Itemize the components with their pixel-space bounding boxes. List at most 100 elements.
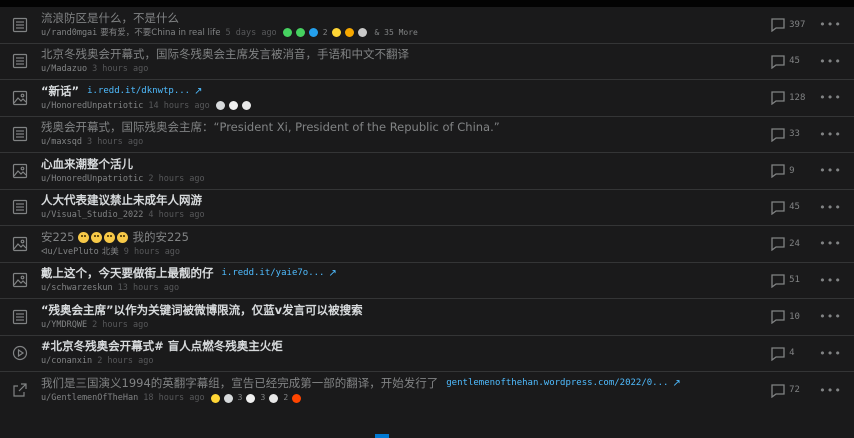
comment-icon[interactable] bbox=[770, 127, 786, 143]
post-title-text[interactable]: “残奥会主席”以作为关键词被微博限流，仅蓝v发言可以被搜索 bbox=[41, 303, 363, 318]
more-options-icon[interactable]: ••• bbox=[819, 91, 842, 104]
post-author[interactable]: u/conanxin bbox=[41, 355, 92, 367]
comment-count[interactable]: 9 bbox=[789, 166, 815, 176]
more-options-icon[interactable]: ••• bbox=[819, 274, 842, 287]
post-time[interactable]: 5 days ago bbox=[226, 27, 277, 39]
comment-count[interactable]: 72 bbox=[789, 385, 815, 395]
comment-icon[interactable] bbox=[770, 383, 786, 399]
post-row[interactable]: 心血来潮整个活儿 u/HonoredUnpatriotic 2 hours ago 9… bbox=[0, 153, 854, 190]
post-title-text[interactable]: 心血来潮整个活儿 bbox=[41, 157, 133, 172]
external-link-icon[interactable]: ↗ bbox=[194, 84, 202, 99]
post-author[interactable]: u/rand0mgai bbox=[41, 27, 97, 39]
comment-count[interactable]: 10 bbox=[789, 312, 815, 322]
post-author[interactable]: u/Madazuo bbox=[41, 63, 87, 75]
post-domain-link[interactable]: i.redd.it/yaie7o... bbox=[222, 266, 325, 281]
post-title-text[interactable]: “新话” bbox=[41, 84, 79, 99]
post-row[interactable]: “新话” i.redd.it/dknwtp... ↗ u/HonoredUnpatri… bbox=[0, 80, 854, 117]
post-row[interactable]: “残奥会主席”以作为关键词被微博限流，仅蓝v发言可以被搜索 u/YMDRQWE 2 … bbox=[0, 299, 854, 336]
scroll-indicator[interactable] bbox=[375, 434, 389, 438]
external-link-icon[interactable]: ↗ bbox=[328, 266, 336, 281]
comment-count[interactable]: 128 bbox=[789, 93, 815, 103]
post-time[interactable]: 14 hours ago bbox=[148, 100, 209, 112]
more-options-icon[interactable]: ••• bbox=[819, 128, 842, 141]
post-title[interactable]: 心血来潮整个活儿 bbox=[41, 157, 762, 172]
post-author[interactable]: u/GentlemenOfTheHan bbox=[41, 392, 138, 404]
comment-count[interactable]: 51 bbox=[789, 275, 815, 285]
post-time[interactable]: 2 hours ago bbox=[97, 355, 153, 367]
post-title-text[interactable]: 安225 bbox=[41, 230, 74, 245]
post-domain-link[interactable]: i.redd.it/dknwtp... bbox=[87, 84, 190, 99]
post-row[interactable]: 戴上这个，今天要做街上最靓的仔 i.redd.it/yaie7o... ↗ u/sch… bbox=[0, 263, 854, 299]
post-title-text[interactable]: 北京冬残奥会开幕式，国际冬残奥会主席发言被消音，手语和中文不翻译 bbox=[41, 47, 409, 62]
post-time[interactable]: 3 hours ago bbox=[87, 136, 143, 148]
post-author[interactable]: u/HonoredUnpatriotic bbox=[41, 100, 143, 112]
post-title[interactable]: 流浪防区是什么，不是什么 bbox=[41, 11, 762, 26]
comment-icon[interactable] bbox=[770, 200, 786, 216]
post-time[interactable]: 13 hours ago bbox=[118, 282, 179, 294]
post-author[interactable]: u/HonoredUnpatriotic bbox=[41, 173, 143, 185]
post-author[interactable]: u/maxsqd bbox=[41, 136, 82, 148]
comment-icon[interactable] bbox=[770, 17, 786, 33]
comment-icon[interactable] bbox=[770, 90, 786, 106]
post-time[interactable]: 3 hours ago bbox=[92, 63, 148, 75]
post-time[interactable]: 2 hours ago bbox=[148, 173, 204, 185]
post-row[interactable]: 人大代表建议禁止未成年人网游 u/Visual_Studio_2022 4 hour… bbox=[0, 190, 854, 226]
more-options-icon[interactable]: ••• bbox=[819, 18, 842, 31]
post-title-text[interactable]: 人大代表建议禁止未成年人网游 bbox=[41, 193, 202, 208]
post-time[interactable]: 18 hours ago bbox=[143, 392, 204, 404]
post-author[interactable]: u/schwarzeskun bbox=[41, 282, 113, 294]
external-link-icon[interactable]: ↗ bbox=[672, 376, 680, 391]
comment-icon[interactable] bbox=[770, 346, 786, 362]
post-row[interactable]: 我们是三国演义1994的英翻字幕组，宣告已经完成第一部的翻译，开始发行了 gent… bbox=[0, 372, 854, 409]
post-time[interactable]: 4 hours ago bbox=[148, 209, 204, 221]
post-title-suffix[interactable]: 我的安225 bbox=[132, 230, 188, 245]
comment-icon[interactable] bbox=[770, 309, 786, 325]
awards[interactable]: 3 3 2 bbox=[210, 392, 302, 404]
post-author[interactable]: u/LvePluto bbox=[48, 246, 99, 258]
comment-count[interactable]: 45 bbox=[789, 56, 815, 66]
post-row[interactable]: 残奥会开幕式，国际残奥会主席：“President Xi, President … bbox=[0, 117, 854, 153]
post-title[interactable]: 人大代表建议禁止未成年人网游 bbox=[41, 193, 762, 208]
post-author[interactable]: u/Visual_Studio_2022 bbox=[41, 209, 143, 221]
post-title-text[interactable]: 我们是三国演义1994的英翻字幕组，宣告已经完成第一部的翻译，开始发行了 bbox=[41, 376, 438, 391]
comment-count[interactable]: 45 bbox=[789, 202, 815, 212]
post-domain-link[interactable]: gentlemenofthehan.wordpress.com/2022/0..… bbox=[446, 376, 668, 391]
comment-icon[interactable] bbox=[770, 54, 786, 70]
comment-count[interactable]: 4 bbox=[789, 348, 815, 358]
comment-count[interactable]: 397 bbox=[789, 20, 815, 30]
post-title[interactable]: “残奥会主席”以作为关键词被微博限流，仅蓝v发言可以被搜索 bbox=[41, 303, 762, 318]
post-title-text[interactable]: 戴上这个，今天要做街上最靓的仔 bbox=[41, 266, 214, 281]
comment-icon[interactable] bbox=[770, 273, 786, 289]
post-title[interactable]: 残奥会开幕式，国际残奥会主席：“President Xi, President … bbox=[41, 120, 762, 135]
post-time[interactable]: 2 hours ago bbox=[92, 319, 148, 331]
awards[interactable] bbox=[215, 101, 251, 111]
post-title-text[interactable]: #北京冬残奥会开幕式# 盲人点燃冬残奥主火炬 bbox=[41, 339, 283, 354]
post-row[interactable]: #北京冬残奥会开幕式# 盲人点燃冬残奥主火炬 u/conanxin 2 hours … bbox=[0, 336, 854, 372]
post-title[interactable]: 戴上这个，今天要做街上最靓的仔 i.redd.it/yaie7o... ↗ bbox=[41, 266, 762, 281]
more-options-icon[interactable]: ••• bbox=[819, 310, 842, 323]
post-row[interactable]: 流浪防区是什么，不是什么 u/rand0mgai 要有爱，不要China in re… bbox=[0, 7, 854, 44]
post-title[interactable]: 北京冬残奥会开幕式，国际冬残奥会主席发言被消音，手语和中文不翻译 bbox=[41, 47, 762, 62]
post-title[interactable]: #北京冬残奥会开幕式# 盲人点燃冬残奥主火炬 bbox=[41, 339, 762, 354]
comment-count[interactable]: 24 bbox=[789, 239, 815, 249]
post-author[interactable]: u/YMDRQWE bbox=[41, 319, 87, 331]
post-title[interactable]: 我们是三国演义1994的英翻字幕组，宣告已经完成第一部的翻译，开始发行了 gent… bbox=[41, 376, 762, 391]
more-options-icon[interactable]: ••• bbox=[819, 164, 842, 177]
more-options-icon[interactable]: ••• bbox=[819, 237, 842, 250]
more-awards[interactable]: & 35 More bbox=[375, 27, 418, 39]
post-title[interactable]: 安225 我的安225 bbox=[41, 230, 762, 245]
more-options-icon[interactable]: ••• bbox=[819, 384, 842, 397]
comment-count[interactable]: 33 bbox=[789, 129, 815, 139]
post-title-text[interactable]: 流浪防区是什么，不是什么 bbox=[41, 11, 179, 26]
comment-icon[interactable] bbox=[770, 236, 786, 252]
awards[interactable]: 2 & 35 More bbox=[282, 27, 418, 39]
more-options-icon[interactable]: ••• bbox=[819, 201, 842, 214]
post-row[interactable]: 安225 我的安225 ᐊ u/LvePluto 北美 9 hours ago 24 ••• bbox=[0, 226, 854, 263]
more-options-icon[interactable]: ••• bbox=[819, 347, 842, 360]
post-row[interactable]: 北京冬残奥会开幕式，国际冬残奥会主席发言被消音，手语和中文不翻译 u/Madazu… bbox=[0, 44, 854, 80]
comment-icon[interactable] bbox=[770, 163, 786, 179]
post-time[interactable]: 9 hours ago bbox=[124, 246, 180, 258]
post-title-text[interactable]: 残奥会开幕式，国际残奥会主席：“President Xi, President … bbox=[41, 120, 500, 135]
post-title[interactable]: “新话” i.redd.it/dknwtp... ↗ bbox=[41, 84, 762, 99]
more-options-icon[interactable]: ••• bbox=[819, 55, 842, 68]
